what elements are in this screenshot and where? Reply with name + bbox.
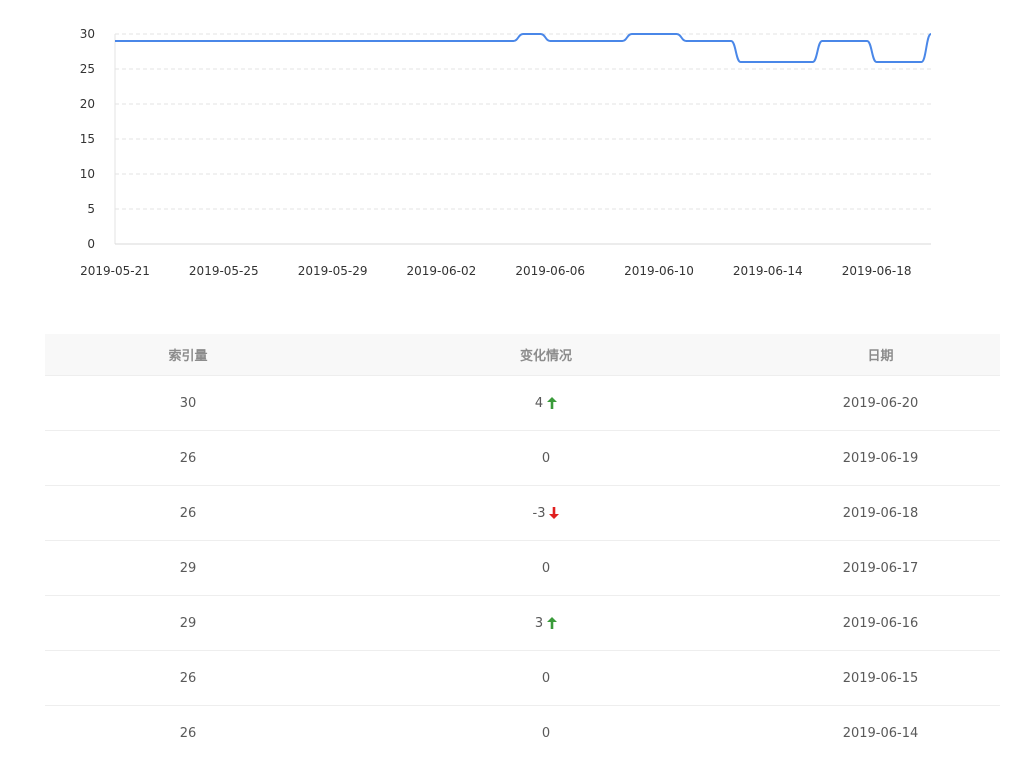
cell-date: 2019-06-14 [842,725,919,741]
cell-index-count: 26 [179,505,197,521]
change-value-wrap: -3 [533,506,560,521]
change-value: 0 [541,670,551,686]
chart-grid [115,33,931,210]
x-tick-label: 2019-05-21 [80,264,150,278]
cell-index-count: 30 [179,395,197,411]
cell-index-count: 29 [179,615,197,631]
x-tick-label: 2019-06-02 [407,264,477,278]
x-tick-label: 2019-05-25 [189,264,259,278]
table-row: 26 0 2019-06-19 [45,431,1000,486]
cell-change: 0 [331,726,761,741]
arrow-up-icon [547,397,558,409]
table-row: 26 -3 2019-06-18 [45,486,1000,541]
x-tick-label: 2019-06-10 [624,264,694,278]
y-tick-label: 5 [87,202,95,216]
y-tick-label: 20 [80,97,95,111]
arrow-up-icon [547,617,558,629]
cell-date: 2019-06-19 [842,450,919,466]
change-value: -3 [532,505,546,521]
change-value-wrap: 0 [542,671,550,686]
cell-change: -3 [331,506,761,521]
change-value: 0 [541,450,551,466]
cell-date: 2019-06-15 [842,670,919,686]
change-value: 4 [534,395,544,411]
cell-index-count: 26 [179,450,197,466]
y-tick-label: 25 [80,62,95,76]
change-value: 0 [541,725,551,741]
table-row: 29 3 2019-06-16 [45,596,1000,651]
change-value-wrap: 3 [534,615,558,631]
cell-index-count: 29 [179,560,197,576]
header-date: 日期 [867,349,894,364]
cell-index-count: 26 [179,670,197,686]
y-axis-ticks: 0 5 10 15 20 25 30 [80,27,95,251]
x-axis-ticks: 2019-05-21 2019-05-25 2019-05-29 2019-06-02… [80,264,911,278]
table-header: 索引量 变化情况 日期 [45,334,1000,376]
change-value: 3 [534,615,544,631]
table-body: 30 4 2019-06-20 26 0 2019-06-19 26 -3 2019-06-18… [45,376,1000,760]
cell-change: 0 [331,451,761,466]
arrow-down-icon [549,507,560,519]
cell-change: 0 [331,671,761,686]
cell-change: 3 [331,616,761,631]
header-index-count: 索引量 [168,349,208,364]
table-row: 26 0 2019-06-15 [45,651,1000,706]
change-value: 0 [541,560,551,576]
y-tick-label: 0 [87,237,95,251]
x-tick-label: 2019-06-14 [733,264,803,278]
series-line-index-count [115,33,932,63]
x-tick-label: 2019-05-29 [298,264,368,278]
y-tick-label: 30 [80,27,95,41]
cell-date: 2019-06-17 [842,560,919,576]
cell-index-count: 26 [179,725,197,741]
x-tick-label: 2019-06-18 [842,264,912,278]
cell-date: 2019-06-18 [842,505,919,521]
change-value-wrap: 0 [542,451,550,466]
table-row: 30 4 2019-06-20 [45,376,1000,431]
cell-change: 0 [331,561,761,576]
cell-date: 2019-06-16 [842,615,919,631]
change-value-wrap: 4 [534,395,558,411]
table-row: 29 0 2019-06-17 [45,541,1000,596]
y-tick-label: 10 [80,167,95,181]
cell-change: 4 [331,396,761,411]
change-value-wrap: 0 [542,726,550,741]
header-change: 变化情况 [519,349,572,364]
y-tick-label: 15 [80,132,95,146]
table-row: 26 0 2019-06-14 [45,706,1000,760]
cell-date: 2019-06-20 [842,395,919,411]
index-table: 索引量 变化情况 日期 30 4 2019-06-20 26 0 2019-06-19 26… [45,334,1000,760]
x-tick-label: 2019-06-06 [515,264,585,278]
change-value-wrap: 0 [542,561,550,576]
index-line-chart: 051015202530 2019-05-21 2019-05-25 2019-05… [80,27,932,278]
